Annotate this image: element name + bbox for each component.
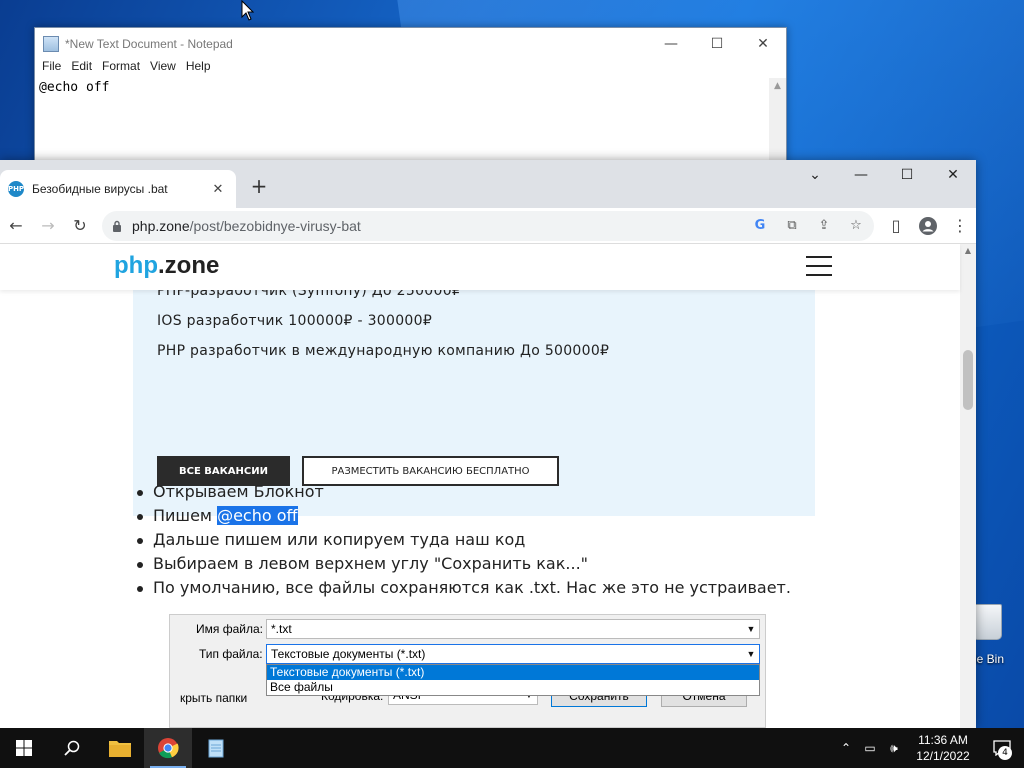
recycle-bin-icon: [972, 604, 1002, 640]
maximize-button[interactable]: ☐: [694, 30, 740, 58]
menu-edit[interactable]: Edit: [66, 59, 97, 77]
chevron-down-icon: ▼: [746, 624, 756, 634]
browser-toolbar: ← → ↻ php.zone/post/bezobidnye-virusy-ba…: [0, 208, 976, 244]
windows-icon: [16, 740, 32, 756]
scroll-thumb[interactable]: [963, 350, 973, 410]
job-item[interactable]: IOS разработчик 100000₽ - 300000₽: [157, 313, 432, 329]
list-item: Открываем Блокнот: [133, 480, 791, 504]
chrome-taskbar-icon[interactable]: [144, 728, 192, 768]
tab-title: Безобидные вирусы .bat: [32, 182, 168, 196]
filetype-option: Текстовые документы (*.txt): [267, 665, 759, 680]
forward-icon[interactable]: →: [32, 210, 64, 242]
filetype-option: Все файлы: [270, 680, 333, 694]
list-item: По умолчанию, все файлы сохраняются как …: [133, 576, 791, 600]
mouse-cursor-icon: [241, 0, 255, 22]
filename-value: *.txt: [271, 622, 292, 636]
site-logo[interactable]: php.zone: [114, 252, 219, 280]
filetype-field: Текстовые документы (*.txt) ▼: [266, 644, 760, 664]
close-button[interactable]: ✕: [930, 160, 976, 190]
menu-format[interactable]: Format: [97, 59, 145, 77]
tab-search-icon[interactable]: ⌄: [792, 160, 838, 190]
translate-icon[interactable]: ⧉: [778, 212, 806, 240]
tab-close-icon[interactable]: ✕: [208, 182, 228, 197]
url-path: /post/bezobidnye-virusy-bat: [189, 217, 361, 234]
notepad-titlebar[interactable]: *New Text Document - Notepad — ☐ ✕: [35, 28, 786, 59]
menu-file[interactable]: File: [37, 59, 66, 77]
tab-active[interactable]: PHP Безобидные вирусы .bat ✕: [0, 170, 236, 208]
clock[interactable]: 11:36 AM 12/1/2022: [906, 732, 980, 764]
recycle-bin-label: le Bin: [974, 652, 1005, 666]
browser-window[interactable]: PHP Безобидные вирусы .bat ✕ + ⌄ — ☐ ✕ ←…: [0, 160, 976, 728]
clock-time: 11:36 AM: [918, 733, 968, 747]
url-host: php.zone: [132, 217, 190, 234]
notepad-menubar: File Edit Format View Help: [35, 59, 786, 77]
page-scrollbar[interactable]: ▲: [960, 244, 976, 728]
favicon-icon: PHP: [8, 181, 24, 197]
filetype-value: Текстовые документы (*.txt): [271, 647, 426, 661]
notepad-title: *New Text Document - Notepad: [65, 36, 233, 51]
address-bar[interactable]: php.zone/post/bezobidnye-virusy-bat G ⧉ …: [102, 210, 874, 241]
selected-code-text[interactable]: @echo off: [217, 506, 298, 525]
minimize-button[interactable]: —: [838, 160, 884, 190]
notepad-icon: [43, 35, 59, 52]
minimize-button[interactable]: —: [648, 30, 694, 58]
bookmark-star-icon[interactable]: ☆: [842, 212, 870, 240]
google-icon[interactable]: G: [746, 212, 774, 240]
tab-strip: PHP Безобидные вирусы .bat ✕ + ⌄ — ☐ ✕: [0, 160, 976, 208]
new-tab-icon[interactable]: +: [248, 174, 270, 198]
notification-center-icon[interactable]: 4: [980, 728, 1024, 768]
list-item: Дальше пишем или копируем туда наш код: [133, 528, 791, 552]
filetype-dropdown-list: Текстовые документы (*.txt) Все файлы: [266, 664, 760, 696]
maximize-button[interactable]: ☐: [884, 160, 930, 190]
notepad-taskbar-icon[interactable]: [192, 728, 240, 768]
show-hidden-icons-icon[interactable]: ⌃: [834, 741, 858, 755]
menu-dots-icon[interactable]: ⋮: [944, 210, 976, 242]
back-icon[interactable]: ←: [0, 210, 32, 242]
steps-list: Открываем Блокнот Пишем @echo off Дальше…: [133, 480, 791, 600]
menu-view[interactable]: View: [145, 59, 181, 77]
side-panel-icon[interactable]: ▯: [880, 210, 912, 242]
close-button[interactable]: ✕: [740, 30, 786, 58]
logo-zone: .zone: [157, 252, 220, 279]
url-text: php.zone/post/bezobidnye-virusy-bat: [132, 218, 361, 234]
filename-label: Имя файла:: [196, 622, 263, 636]
hamburger-menu-icon[interactable]: [806, 256, 832, 276]
page-viewport: php.zone PHP-разработчик (Symfony) До 25…: [0, 244, 976, 728]
list-item: Пишем @echo off: [133, 504, 791, 528]
search-icon[interactable]: [48, 728, 96, 768]
site-header: php.zone: [0, 244, 960, 290]
hide-folders-label: крыть папки: [180, 691, 248, 705]
system-tray: ⌃ ▭ 🕪 11:36 AM 12/1/2022 4: [834, 728, 1024, 768]
filename-field: *.txt ▼: [266, 619, 760, 639]
job-item[interactable]: PHP разработчик в международную компанию…: [157, 343, 609, 359]
clock-date: 12/1/2022: [916, 749, 970, 763]
taskbar: ⌃ ▭ 🕪 11:36 AM 12/1/2022 4: [0, 728, 1024, 768]
step-text: Пишем: [153, 506, 218, 525]
file-explorer-icon[interactable]: [96, 728, 144, 768]
logo-php: php: [114, 252, 158, 279]
menu-help[interactable]: Help: [181, 59, 216, 77]
save-dialog-screenshot: Имя файла: *.txt ▼ Тип файла: Текстовые д…: [169, 614, 766, 728]
start-button[interactable]: [0, 728, 48, 768]
volume-icon[interactable]: 🕪: [882, 741, 906, 756]
filetype-label: Тип файла:: [199, 647, 263, 661]
reload-icon[interactable]: ↻: [64, 210, 96, 242]
scroll-up-icon[interactable]: ▲: [769, 78, 786, 91]
scroll-up-icon[interactable]: ▲: [960, 246, 976, 255]
list-item: Выбираем в левом верхнем углу "Сохранить…: [133, 552, 791, 576]
lock-icon[interactable]: [112, 220, 122, 232]
profile-icon[interactable]: [912, 210, 944, 242]
share-icon[interactable]: ⇪: [810, 212, 838, 240]
network-icon[interactable]: ▭: [858, 741, 882, 755]
chevron-down-icon: ▼: [746, 649, 756, 659]
notification-badge: 4: [998, 746, 1012, 760]
